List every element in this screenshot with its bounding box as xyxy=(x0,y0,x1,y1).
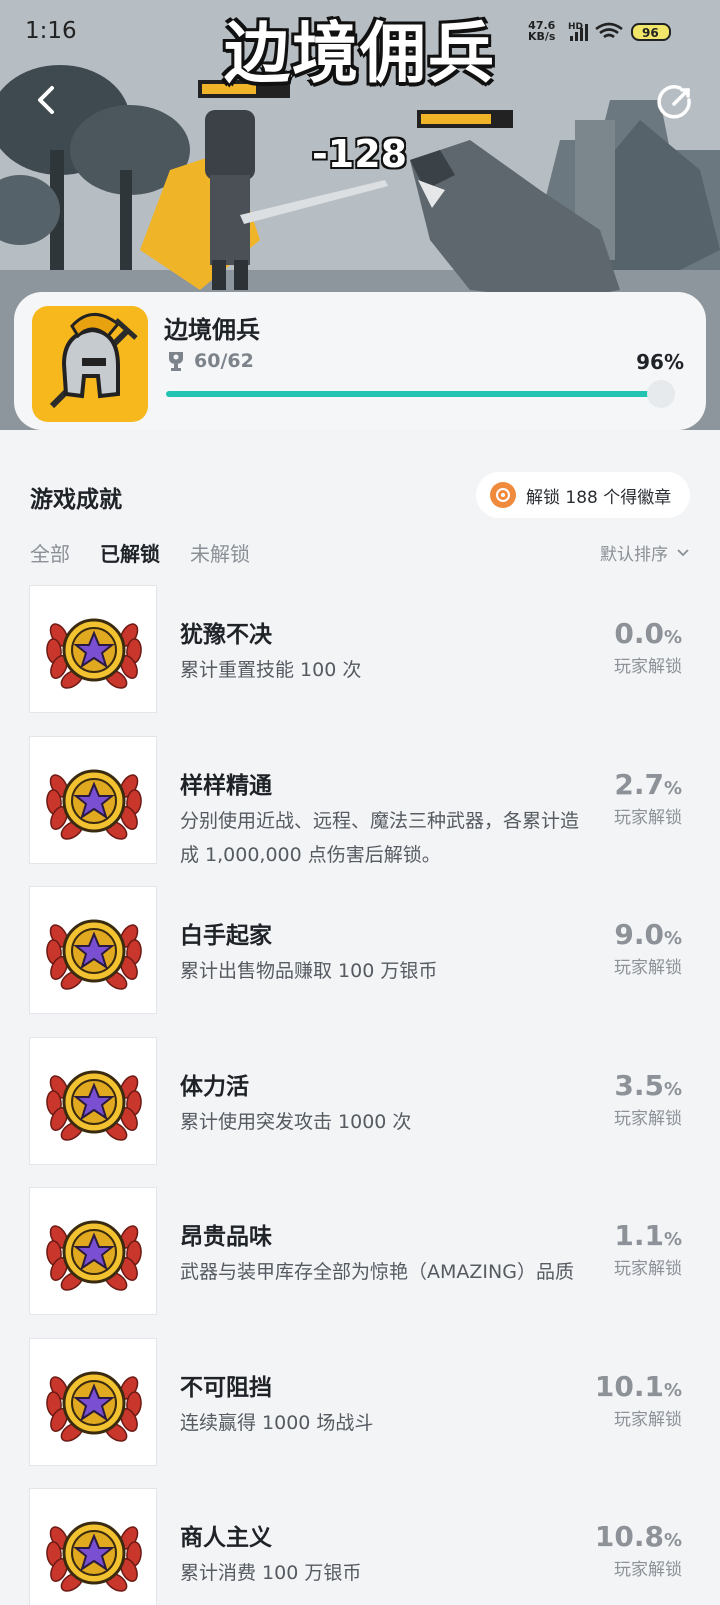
unlock-rate-unit: % xyxy=(663,928,682,949)
share-icon xyxy=(657,85,691,119)
medal-star-icon xyxy=(46,1521,142,1592)
sort-label: 默认排序 xyxy=(600,545,668,565)
badge-icon xyxy=(490,482,516,508)
unlock-rate-value: 1.1 xyxy=(614,1219,664,1252)
damage-text: -128 xyxy=(312,132,408,176)
network-speed: 47.6 KB/s xyxy=(528,19,556,43)
achievement-unlock-rate: 9.0% 玩家解锁 xyxy=(614,918,682,978)
progress-end-icon xyxy=(647,380,675,408)
unlock-rate-unit: % xyxy=(663,778,682,799)
unlock-rate-label: 玩家解锁 xyxy=(614,958,682,978)
achievement-medal-icon xyxy=(29,585,157,713)
unlock-rate-label: 玩家解锁 xyxy=(614,1410,682,1430)
achievement-description: 连续赢得 1000 场战斗 xyxy=(180,1412,374,1434)
achievement-medal-icon xyxy=(29,1488,157,1605)
spartan-helmet-icon xyxy=(32,306,148,422)
achievement-medal-icon xyxy=(29,1037,157,1165)
unlock-rate-value: 9.0 xyxy=(614,918,664,951)
tab-locked[interactable]: 未解锁 xyxy=(190,538,250,567)
status-time: 1:16 xyxy=(25,18,77,44)
status-icons: HD 96 xyxy=(568,22,671,41)
battery-icon: 96 xyxy=(631,23,671,41)
wifi-icon xyxy=(595,22,623,39)
achievement-item[interactable]: 犹豫不决累计重置技能 100 次 0.0% 玩家解锁 xyxy=(0,585,720,713)
achievement-unlock-rate: 2.7% 玩家解锁 xyxy=(614,768,682,828)
achievement-unlock-rate: 3.5% 玩家解锁 xyxy=(614,1069,682,1129)
achievement-unlock-rate: 10.1% 玩家解锁 xyxy=(595,1370,682,1430)
unlock-rate-label: 玩家解锁 xyxy=(614,1109,682,1129)
achievement-item[interactable]: 不可阻挡连续赢得 1000 场战斗 10.1% 玩家解锁 xyxy=(0,1338,720,1466)
achievement-unlock-rate: 0.0% 玩家解锁 xyxy=(614,617,682,677)
unlock-rate-unit: % xyxy=(663,1380,682,1401)
tab-unlocked[interactable]: 已解锁 xyxy=(100,538,160,567)
achievement-item[interactable]: 白手起家累计出售物品赚取 100 万银币 9.0% 玩家解锁 xyxy=(0,886,720,1014)
tab-all[interactable]: 全部 xyxy=(30,538,70,567)
unlock-rate-label: 玩家解锁 xyxy=(614,657,682,677)
unlock-rate-unit: % xyxy=(663,627,682,648)
achievement-item[interactable]: 商人主义累计消费 100 万银币 10.8% 玩家解锁 xyxy=(0,1488,720,1605)
achievement-name: 体力活 xyxy=(180,1074,249,1100)
unlock-rate-value: 10.1 xyxy=(594,1370,664,1403)
achievement-name: 商人主义 xyxy=(180,1525,272,1551)
unlock-rate-label: 玩家解锁 xyxy=(614,1560,682,1580)
chevron-down-icon xyxy=(677,548,689,556)
medal-star-icon xyxy=(46,618,142,689)
completion-progress-bar xyxy=(166,391,671,397)
achievement-description: 分别使用近战、远程、魔法三种武器，各累计造成 1,000,000 点伤害后解锁。 xyxy=(180,810,580,866)
medal-star-icon xyxy=(46,769,142,840)
unlock-rate-unit: % xyxy=(663,1530,682,1551)
unlock-rate-value: 2.7 xyxy=(614,768,664,801)
unlock-rate-value: 0.0 xyxy=(614,617,664,650)
back-arrow-icon xyxy=(38,86,54,114)
achievement-name: 犹豫不决 xyxy=(180,622,272,648)
achievement-unlock-rate: 10.8% 玩家解锁 xyxy=(595,1520,682,1580)
achievement-description: 累计重置技能 100 次 xyxy=(180,659,362,681)
medal-star-icon xyxy=(46,1070,142,1141)
achievement-description: 累计使用突发攻击 1000 次 xyxy=(180,1111,412,1133)
unlock-rate-unit: % xyxy=(663,1079,682,1100)
svg-text:96: 96 xyxy=(642,26,659,40)
trophy-count: 60/62 xyxy=(166,350,254,372)
achievement-description: 累计出售物品赚取 100 万银币 xyxy=(180,960,438,982)
unlock-rate-label: 玩家解锁 xyxy=(614,1259,682,1279)
achievement-description: 累计消费 100 万银币 xyxy=(180,1562,362,1584)
badge-unlock-text: 解锁 188 个得徽章 xyxy=(526,487,672,508)
achievement-description: 武器与装甲库存全部为惊艳（AMAZING）品质 xyxy=(180,1261,574,1283)
achievement-name: 昂贵品味 xyxy=(180,1224,272,1250)
achievement-medal-icon xyxy=(29,886,157,1014)
unlock-rate-unit: % xyxy=(663,1229,682,1250)
achievement-medal-icon xyxy=(29,736,157,864)
achievement-item[interactable]: 体力活累计使用突发攻击 1000 次 3.5% 玩家解锁 xyxy=(0,1037,720,1165)
achievement-unlock-rate: 1.1% 玩家解锁 xyxy=(614,1219,682,1279)
share-button[interactable] xyxy=(652,80,696,124)
game-summary-card[interactable]: 边境佣兵 60/62 96% xyxy=(14,292,706,430)
achievement-name: 样样精通 xyxy=(180,773,272,799)
unlock-rate-label: 玩家解锁 xyxy=(614,808,682,828)
achievement-name: 白手起家 xyxy=(180,923,272,949)
achievement-item[interactable]: 昂贵品味武器与装甲库存全部为惊艳（AMAZING）品质 1.1% 玩家解锁 xyxy=(0,1187,720,1315)
section-title: 游戏成就 xyxy=(30,487,122,513)
filter-tabs: 全部 已解锁 未解锁 xyxy=(30,538,280,567)
completion-percent: 96% xyxy=(636,350,684,374)
game-name: 边境佣兵 xyxy=(164,316,260,344)
unlock-rate-value: 3.5 xyxy=(614,1069,664,1102)
status-bar: 1:16 47.6 KB/s HD 96 xyxy=(0,0,720,64)
medal-star-icon xyxy=(46,919,142,990)
unlock-rate-value: 10.8 xyxy=(594,1520,664,1553)
achievement-medal-icon xyxy=(29,1187,157,1315)
medal-star-icon xyxy=(46,1371,142,1442)
achievement-name: 不可阻挡 xyxy=(180,1375,272,1401)
achievement-medal-icon xyxy=(29,1338,157,1466)
medal-star-icon xyxy=(46,1220,142,1291)
achievement-item[interactable]: 样样精通分别使用近战、远程、魔法三种武器，各累计造成 1,000,000 点伤害… xyxy=(0,736,720,866)
trophy-icon xyxy=(169,352,183,371)
completion-progress-fill xyxy=(166,391,651,397)
sort-dropdown[interactable]: 默认排序 xyxy=(600,540,690,565)
badge-unlock-pill[interactable]: 解锁 188 个得徽章 xyxy=(476,472,690,518)
game-icon xyxy=(32,306,148,422)
back-button[interactable] xyxy=(28,80,68,120)
